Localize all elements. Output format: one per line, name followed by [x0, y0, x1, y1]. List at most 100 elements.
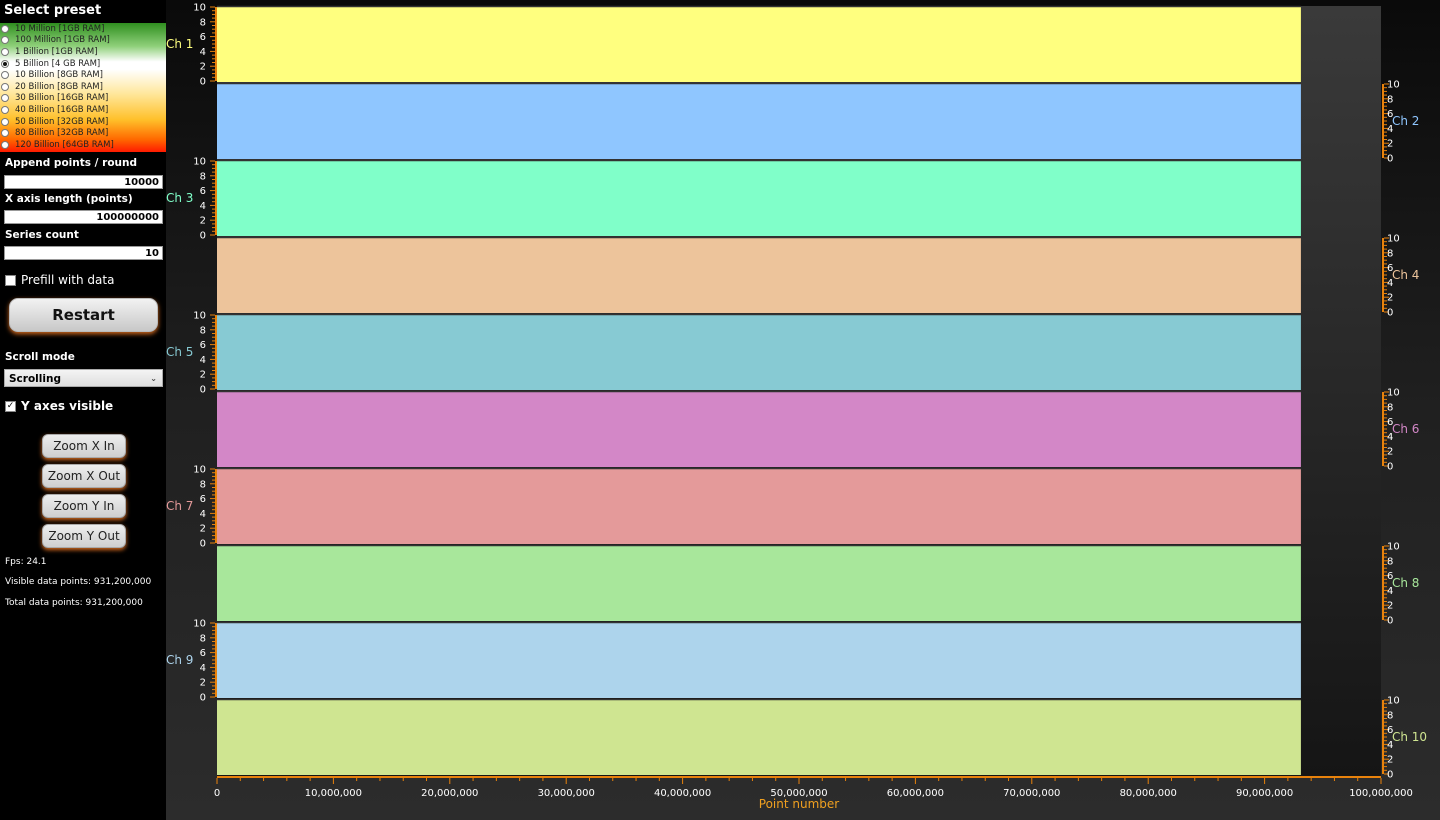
series-area-fill	[217, 238, 1301, 313]
series-axis-title: Ch 4	[1392, 268, 1419, 282]
x-tick-label: 30,000,000	[538, 788, 595, 799]
series-area-fill	[217, 7, 1301, 82]
y-tick-label: 2	[200, 62, 206, 73]
series-axis-title: Ch 7	[166, 499, 193, 513]
x-axis-length-input[interactable]: 100000000	[4, 210, 163, 224]
preset-option[interactable]: 100 Million [1GB RAM]	[1, 35, 110, 47]
control-panel: Select preset 10 Million [1GB RAM] 100 Mi…	[0, 0, 166, 820]
visible-points-readout: Visible data points: 931,200,000	[5, 577, 152, 587]
y-tick-label: 8	[200, 325, 206, 336]
y-tick-label: 10	[1387, 542, 1400, 553]
fps-readout: Fps: 24.1	[5, 557, 47, 567]
x-tick-label: 100,000,000	[1349, 788, 1413, 799]
preset-label: 30 Billion [16GB RAM]	[15, 93, 109, 104]
y-tick-label: 8	[1387, 710, 1393, 721]
y-tick-label: 10	[193, 619, 206, 630]
scroll-mode-select[interactable]: Scrolling ⌄	[4, 369, 163, 387]
preset-option[interactable]: 10 Billion [8GB RAM]	[1, 69, 103, 81]
chart-area[interactable]: 0 2 4 6 8 10 Ch 1 0 2 4 6 8 10 Ch 2 0 2 4 6 8 10 Ch 3 0 2 4 6 8 10…	[166, 0, 1440, 820]
radio-button[interactable]	[1, 24, 9, 33]
y-tick-label: 10	[193, 465, 206, 476]
preset-label: 5 Billion [4 GB RAM]	[15, 58, 101, 69]
y-tick-label: 2	[200, 524, 206, 535]
series-axis-title: Ch 9	[166, 653, 193, 667]
y-tick-label: 8	[200, 633, 206, 644]
y-tick-label: 10	[1387, 696, 1400, 707]
preset-label: 10 Million [1GB RAM]	[15, 23, 105, 34]
preset-label: 80 Billion [32GB RAM]	[15, 128, 109, 139]
preset-option[interactable]: 10 Million [1GB RAM]	[1, 23, 104, 35]
y-tick-label: 8	[1387, 248, 1393, 259]
y-tick-label: 8	[1387, 402, 1393, 413]
y-tick-label: 10	[193, 157, 206, 168]
y-tick-label: 4	[200, 509, 206, 520]
radio-button[interactable]	[1, 129, 9, 138]
series-axis-title: Ch 6	[1392, 422, 1419, 436]
chevron-down-icon: ⌄	[150, 374, 157, 383]
series-area-fill	[217, 161, 1301, 236]
zoom-y-out-button[interactable]: Zoom Y Out	[42, 524, 126, 548]
zoom-y-in-button[interactable]: Zoom Y In	[42, 494, 126, 518]
x-tick-label: 0	[214, 788, 220, 799]
zoom-x-out-button[interactable]: Zoom X Out	[42, 464, 126, 488]
series-count-input[interactable]: 10	[4, 246, 163, 260]
preset-list: 10 Million [1GB RAM] 100 Million [1GB RAM…	[0, 23, 166, 152]
y-tick-label: 4	[200, 355, 206, 366]
radio-button[interactable]	[1, 140, 9, 149]
scroll-mode-value: Scrolling	[9, 373, 61, 385]
y-tick-label: 2	[1387, 447, 1393, 458]
preset-option[interactable]: 40 Billion [16GB RAM]	[1, 104, 108, 116]
zoom-x-in-button[interactable]: Zoom X In	[42, 434, 126, 458]
preset-option[interactable]: 30 Billion [16GB RAM]	[1, 93, 108, 105]
series-area-fill	[217, 700, 1301, 775]
series-axis-title: Ch 10	[1392, 730, 1427, 744]
preset-option[interactable]: 50 Billion [32GB RAM]	[1, 116, 108, 128]
preset-option[interactable]: 120 Billion [64GB RAM]	[1, 139, 114, 151]
preset-option[interactable]: 5 Billion [4 GB RAM]	[1, 58, 100, 70]
y-tick-label: 0	[1387, 462, 1393, 473]
radio-button[interactable]	[1, 82, 9, 91]
radio-button[interactable]	[1, 117, 9, 126]
y-tick-label: 6	[200, 648, 206, 659]
y-tick-label: 2	[1387, 293, 1393, 304]
preset-option[interactable]: 1 Billion [1GB RAM]	[1, 46, 98, 58]
radio-button[interactable]	[1, 47, 9, 56]
y-tick-label: 4	[200, 47, 206, 58]
y-tick-label: 2	[1387, 755, 1393, 766]
prefill-checkbox[interactable]: Prefill with data	[5, 273, 114, 287]
prefill-checkbox-box[interactable]	[5, 274, 16, 286]
append-points-input[interactable]: 10000	[4, 175, 163, 189]
radio-button[interactable]	[1, 36, 9, 45]
y-axes-visible-checkbox[interactable]: ✓ Y axes visible	[5, 399, 113, 413]
radio-button[interactable]	[1, 59, 9, 68]
series-area-fill	[217, 84, 1301, 159]
x-tick-label: 80,000,000	[1120, 788, 1177, 799]
radio-button[interactable]	[1, 105, 9, 114]
series-axis-title: Ch 8	[1392, 576, 1419, 590]
x-tick-label: 60,000,000	[887, 788, 944, 799]
y-tick-label: 8	[200, 17, 206, 28]
x-tick-label: 20,000,000	[421, 788, 478, 799]
y-tick-label: 6	[200, 186, 206, 197]
y-tick-label: 6	[200, 340, 206, 351]
y-tick-label: 2	[1387, 139, 1393, 150]
x-tick-label: 90,000,000	[1236, 788, 1293, 799]
chart-svg[interactable]: 0246810Ch 10246810Ch 20246810Ch 30246810…	[166, 0, 1440, 820]
preset-label: 1 Billion [1GB RAM]	[15, 46, 98, 57]
preset-option[interactable]: 80 Billion [32GB RAM]	[1, 127, 108, 139]
y-tick-label: 6	[200, 32, 206, 43]
y-tick-label: 4	[200, 201, 206, 212]
y-tick-label: 0	[1387, 308, 1393, 319]
preset-option[interactable]: 20 Billion [8GB RAM]	[1, 81, 103, 93]
y-tick-label: 0	[1387, 770, 1393, 781]
y-axes-visible-label: Y axes visible	[21, 399, 114, 413]
radio-button[interactable]	[1, 94, 9, 103]
x-tick-label: 70,000,000	[1003, 788, 1060, 799]
series-area-fill	[217, 623, 1301, 698]
restart-button[interactable]: Restart	[9, 298, 158, 332]
y-axes-checkbox-box[interactable]: ✓	[5, 400, 16, 412]
radio-button[interactable]	[1, 71, 9, 80]
y-tick-label: 10	[1387, 80, 1400, 91]
x-tick-label: 10,000,000	[305, 788, 362, 799]
preset-title: Select preset	[4, 3, 102, 18]
